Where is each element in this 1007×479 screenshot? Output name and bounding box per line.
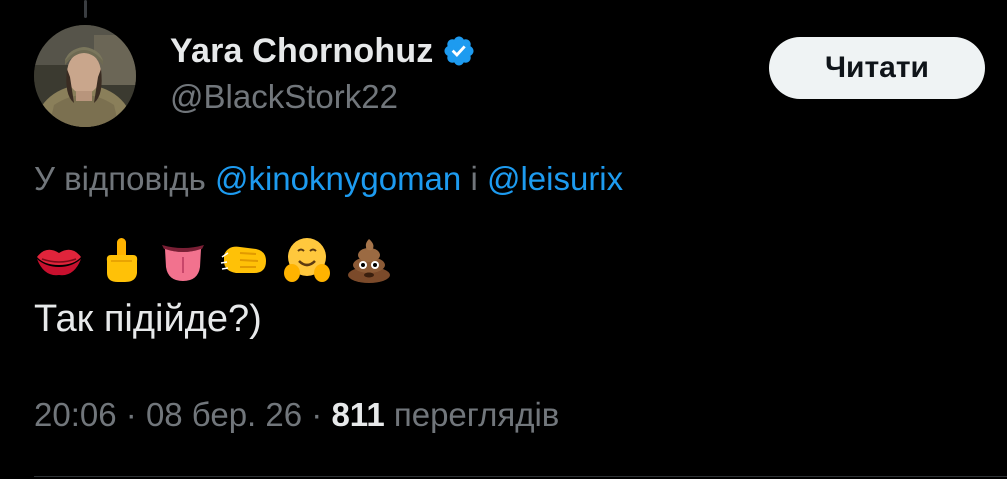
mention-link[interactable]: @leisurix (487, 160, 623, 197)
author-handle[interactable]: @BlackStork22 (170, 78, 398, 116)
hugging-face-icon (282, 235, 332, 285)
tongue-icon (158, 235, 208, 285)
fist-bump-icon (220, 235, 270, 285)
author-display-name[interactable]: Yara Chornohuz (170, 32, 434, 71)
tweet-emoji-row (34, 232, 394, 288)
meta-separator: · (311, 396, 323, 433)
tweet-time[interactable]: 20:06 (34, 396, 117, 433)
tweet-meta: 20:06 · 08 бер. 26 · 811 переглядів (34, 396, 559, 434)
tweet-text: Так підійде?) (34, 298, 262, 340)
reply-conjunction: і (470, 160, 478, 197)
avatar-photo (34, 25, 136, 127)
kiss-lips-icon (34, 235, 84, 285)
mention-link[interactable]: @kinoknygoman (215, 160, 461, 197)
views-count[interactable]: 811 (331, 396, 384, 433)
avatar[interactable] (34, 25, 136, 127)
reply-prefix: У відповідь (34, 160, 206, 197)
meta-separator: · (125, 396, 137, 433)
tweet-date[interactable]: 08 бер. 26 (146, 396, 302, 433)
follow-button[interactable]: Читати (769, 37, 985, 99)
thread-connector-line (84, 0, 87, 18)
views-label: переглядів (393, 396, 560, 433)
pile-of-poo-icon (344, 235, 394, 285)
author-name-row[interactable]: Yara Chornohuz (170, 28, 476, 74)
reply-context: У відповідь @kinoknygoman і @leisurix (34, 160, 623, 198)
middle-finger-icon (96, 235, 146, 285)
verified-badge-icon (443, 36, 474, 66)
divider (34, 476, 1007, 477)
